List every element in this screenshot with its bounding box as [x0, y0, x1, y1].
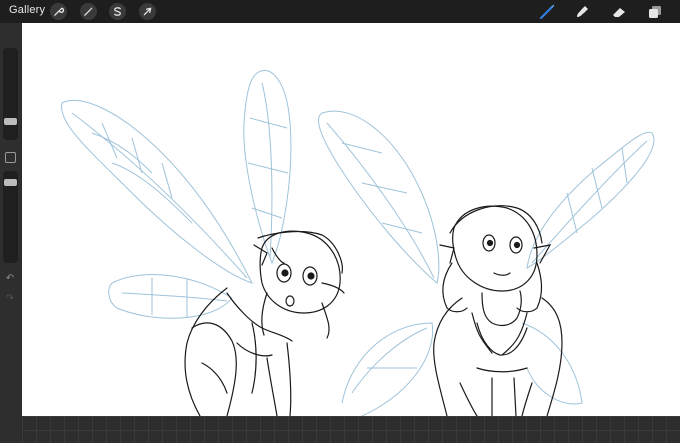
selection-button[interactable] — [109, 3, 126, 20]
magic-wand-icon — [84, 6, 93, 16]
brush-size-slider[interactable] — [3, 48, 18, 140]
modify-button[interactable] — [5, 152, 16, 163]
character-sketches — [184, 205, 563, 416]
left-sidebar: ↶ ↷ — [0, 23, 21, 443]
redo-icon[interactable]: ↷ — [4, 293, 16, 305]
drawing-canvas[interactable] — [22, 23, 680, 416]
brush-opacity-thumb[interactable] — [4, 179, 17, 186]
wrench-icon — [54, 7, 64, 16]
undo-icon[interactable]: ↶ — [4, 273, 16, 285]
brush-size-thumb[interactable] — [4, 118, 17, 125]
smudge-tool-button[interactable] — [573, 3, 591, 21]
eraser-tool-button[interactable] — [610, 3, 628, 21]
top-toolbar: Gallery — [0, 0, 680, 23]
brush-opacity-slider[interactable] — [3, 171, 18, 263]
fairy-sketch — [61, 70, 655, 416]
selection-s-icon — [114, 7, 121, 16]
eraser-icon — [613, 8, 625, 17]
brush-icon — [539, 4, 555, 20]
adjustments-button[interactable] — [80, 3, 97, 20]
layers-icon — [649, 6, 661, 18]
arrow-cursor-icon — [143, 7, 152, 16]
transform-button[interactable] — [139, 3, 156, 20]
smudge-icon — [577, 6, 588, 17]
wing-sketches — [61, 70, 655, 416]
workspace-background — [22, 416, 680, 443]
gallery-button[interactable]: Gallery — [9, 4, 45, 16]
actions-button[interactable] — [50, 3, 67, 20]
brush-tool-button[interactable] — [538, 3, 556, 21]
layers-button[interactable] — [646, 3, 664, 21]
